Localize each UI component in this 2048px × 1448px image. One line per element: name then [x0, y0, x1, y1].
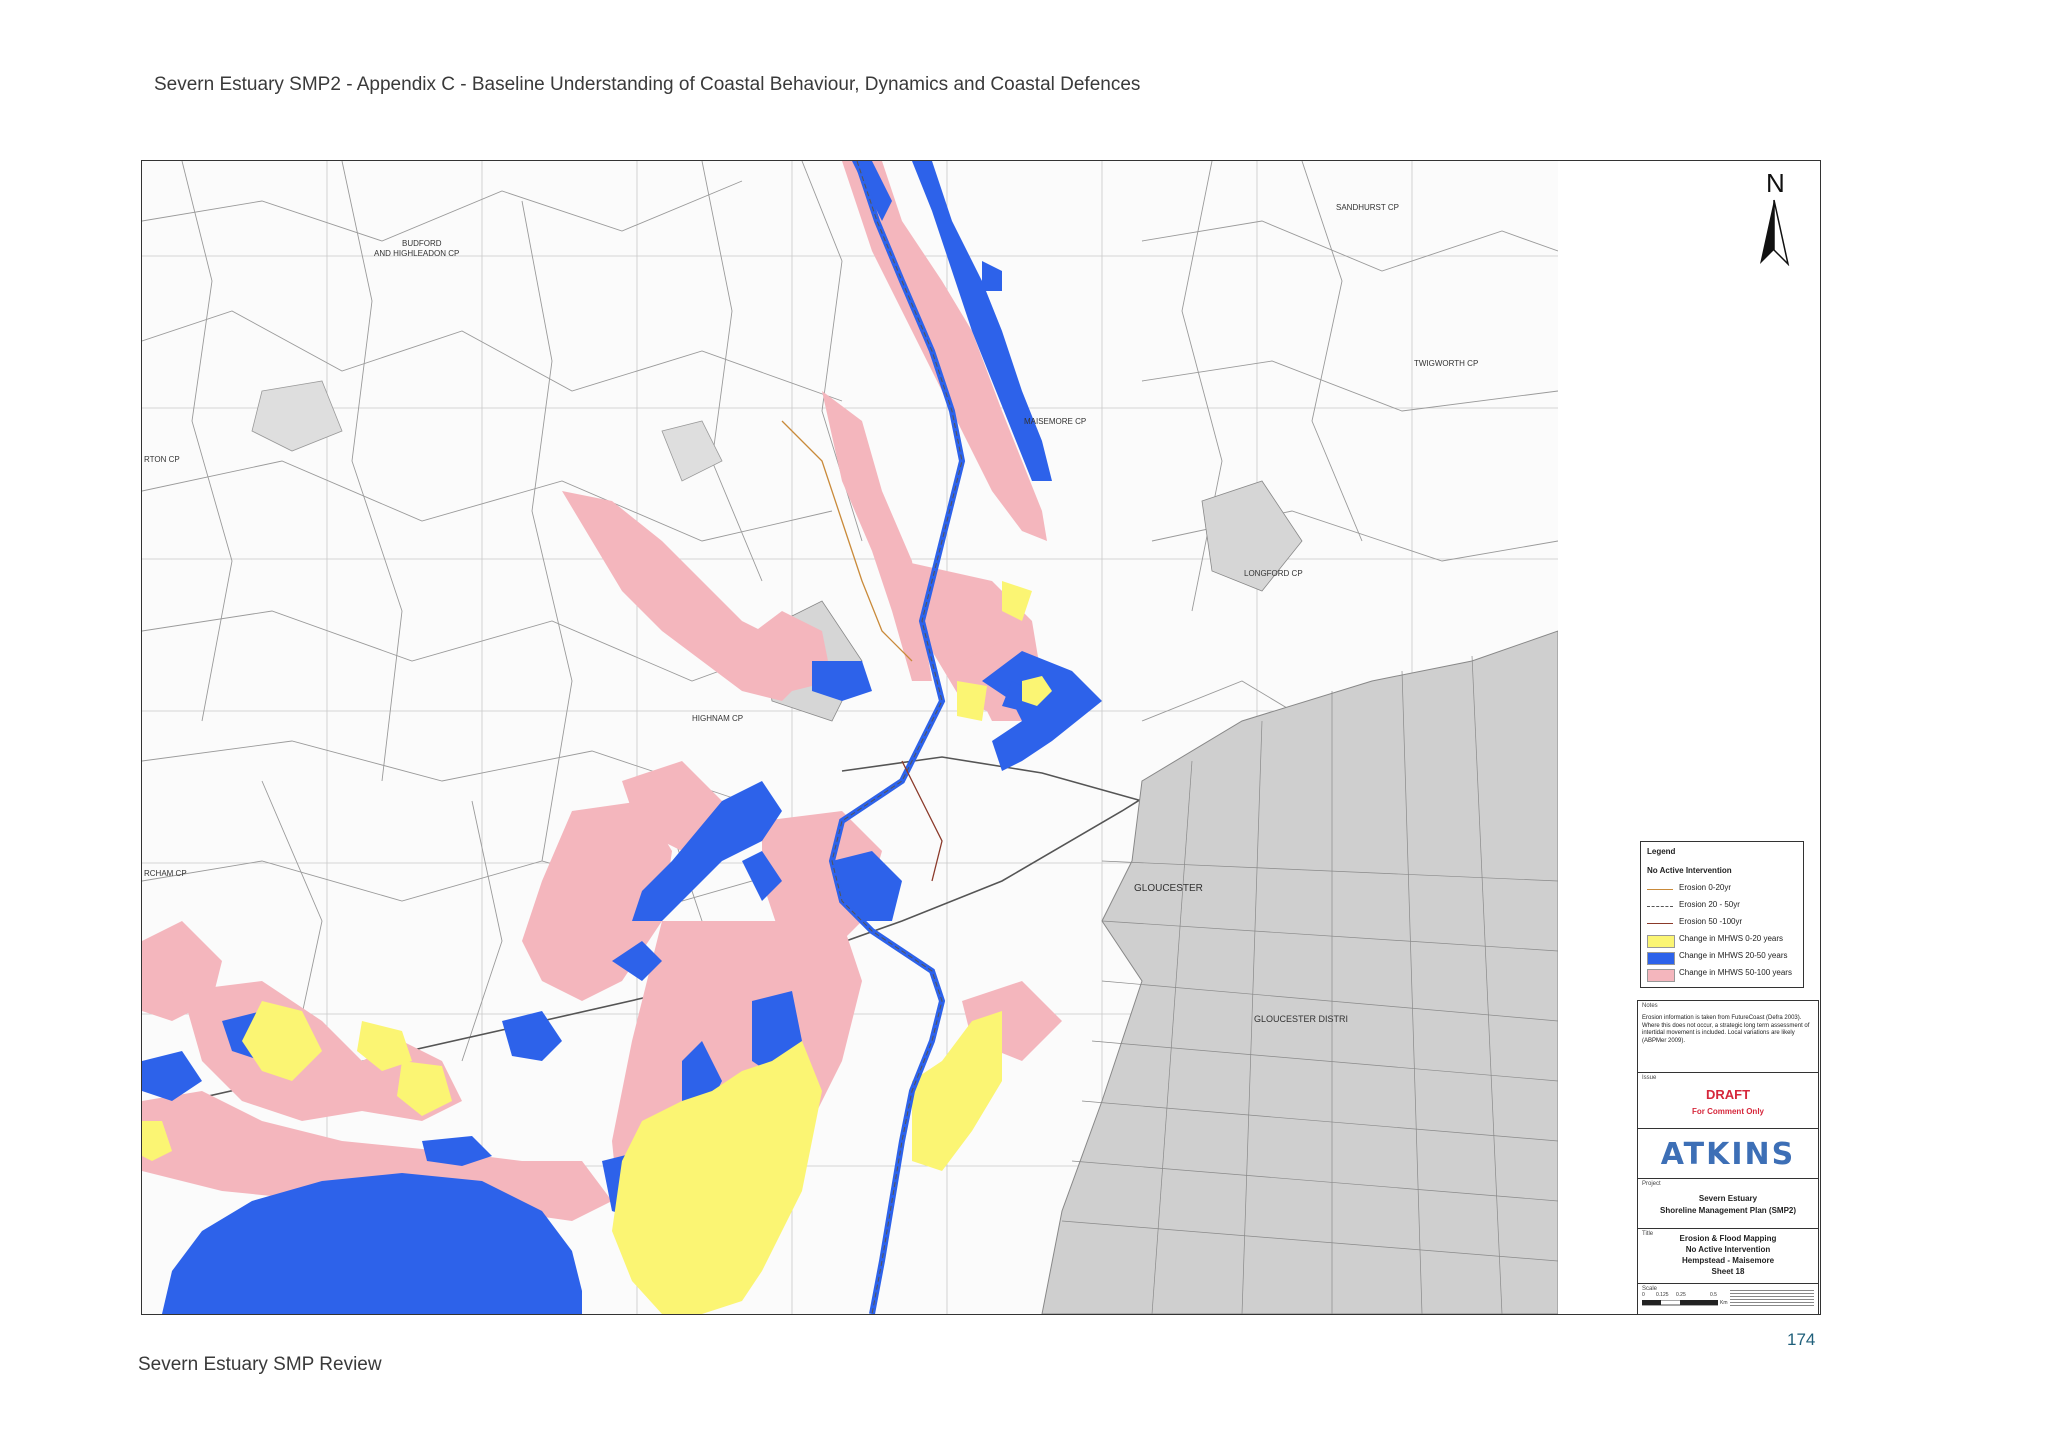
running-footer: Severn Estuary SMP Review [138, 1354, 382, 1375]
scale-tick-1: 0.125 [1656, 1292, 1669, 1298]
place-longford: LONGFORD CP [1244, 569, 1303, 578]
scale-tick-2: 0.25 [1676, 1292, 1686, 1298]
title-line-1: Erosion & Flood Mapping [1679, 1234, 1777, 1243]
draft-stamp: DRAFT [1705, 1087, 1751, 1102]
erosion-0-20-line-icon [1647, 889, 1673, 890]
running-header: Severn Estuary SMP2 - Appendix C - Basel… [154, 74, 1141, 95]
mhws-0-20-swatch-icon [1647, 935, 1675, 948]
map-legend: Legend No Active Intervention Erosion 0-… [1640, 841, 1804, 988]
page-number: 174 [1787, 1330, 1816, 1349]
project-line-1: Severn Estuary [1698, 1194, 1758, 1203]
title-block-scale: Scale 0 0.125 0.25 0.5 Km [1637, 1283, 1819, 1315]
erosion-50-100-line-icon [1647, 923, 1673, 924]
title-block-status: Issue DRAFT For Comment Only [1637, 1072, 1819, 1130]
project-line-2: Shoreline Management Plan (SMP2) [1659, 1206, 1797, 1215]
project-label: Project [1642, 1181, 1661, 1187]
status-label: Issue [1642, 1075, 1657, 1081]
scale-tick-0: 0 [1642, 1292, 1645, 1298]
legend-title: Legend [1647, 847, 1676, 856]
title-block-project: Project Severn Estuary Shoreline Managem… [1637, 1178, 1819, 1230]
title-line-3: Hempstead - Maisemore [1681, 1256, 1775, 1265]
place-maisemore: MAISEMORE CP [1024, 417, 1087, 426]
place-budford: BUDFORD [402, 239, 442, 248]
legend-item-erosion-0-20: Erosion 0-20yr [1647, 882, 1803, 896]
notes-text: Erosion information is taken from Future… [1642, 1015, 1810, 1044]
legend-subtitle: No Active Intervention [1647, 866, 1732, 875]
title-block-company: ATKINS [1637, 1128, 1819, 1180]
flood-map-svg [142, 161, 1558, 1314]
title-block-notes: Notes Erosion information is taken from … [1637, 1000, 1819, 1074]
place-highnam: HIGHNAM CP [692, 714, 744, 723]
mhws-50-100-swatch-icon [1647, 969, 1675, 982]
legend-item-erosion-50-100: Erosion 50 -100yr [1647, 916, 1803, 930]
legend-item-mhws-50-100: Change in MHWS 50-100 years [1647, 967, 1803, 982]
place-gloucester: GLOUCESTER [1134, 883, 1203, 894]
mhws-20-50-swatch-icon [1647, 952, 1675, 965]
legend-item-mhws-0-20: Change in MHWS 0-20 years [1647, 933, 1803, 948]
north-arrow-icon [1760, 199, 1790, 266]
legend-item-erosion-20-50: Erosion 20 - 50yr [1647, 899, 1803, 913]
company-logo: ATKINS [1660, 1137, 1796, 1172]
scale-unit: Km [1720, 1300, 1728, 1306]
scale-bar-icon [1642, 1300, 1718, 1306]
place-highleadon: AND HIGHLEADON CP [374, 249, 460, 258]
place-rcham: RCHAM CP [144, 869, 187, 878]
place-gloucester-district: GLOUCESTER DISTRI [1254, 1014, 1349, 1024]
place-sandhurst: SANDHURST CP [1336, 203, 1399, 212]
scale-tick-3: 0.5 [1710, 1292, 1717, 1298]
notes-label: Notes [1642, 1003, 1658, 1009]
place-rton: RTON CP [144, 455, 180, 464]
title-block-title: Title Erosion & Flood Mapping No Active … [1637, 1228, 1819, 1285]
copyright-notice [1730, 1288, 1814, 1308]
title-line-4: Sheet 18 [1711, 1267, 1745, 1276]
map-sheet: BUDFORD AND HIGHLEADON CP SANDHURST CP T… [141, 160, 1821, 1315]
erosion-20-50-line-icon [1647, 906, 1673, 907]
title-line-2: No Active Intervention [1685, 1245, 1771, 1254]
draft-subtitle: For Comment Only [1691, 1107, 1764, 1116]
basemap: BUDFORD AND HIGHLEADON CP SANDHURST CP T… [142, 161, 1558, 1314]
legend-item-mhws-20-50: Change in MHWS 20-50 years [1647, 950, 1803, 965]
place-twigworth: TWIGWORTH CP [1414, 359, 1479, 368]
